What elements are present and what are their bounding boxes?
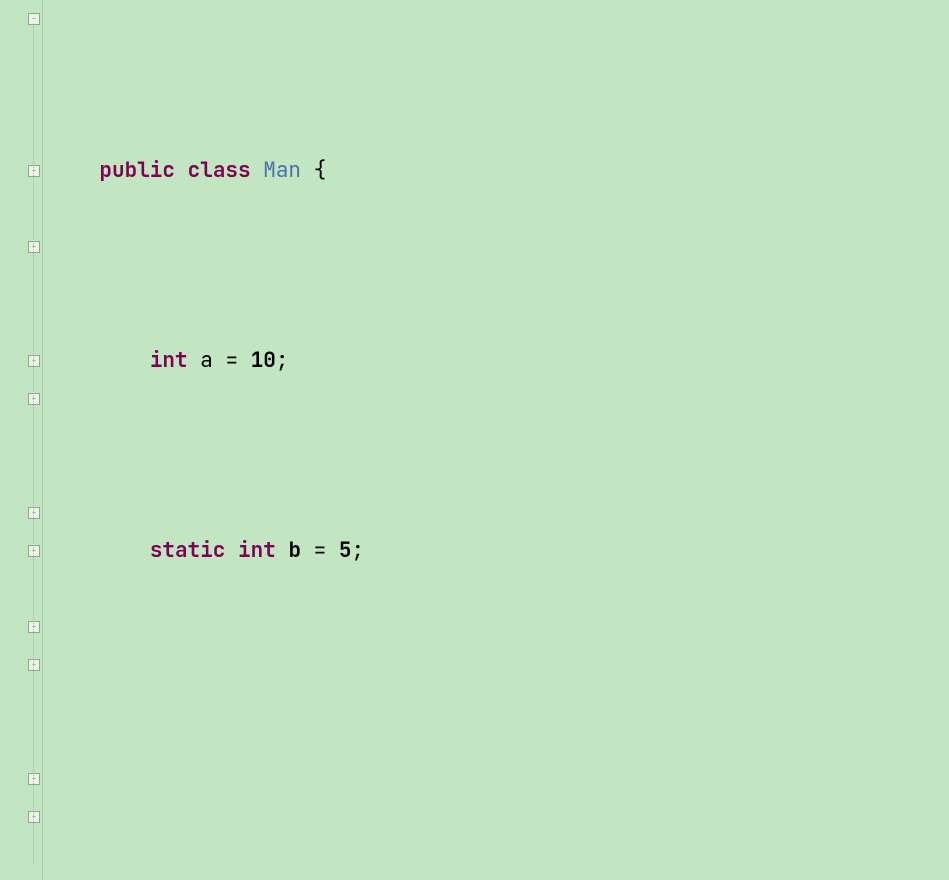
fold-line bbox=[33, 26, 34, 864]
field-b: b bbox=[288, 537, 301, 564]
semi: ; bbox=[352, 537, 365, 564]
code-editor[interactable]: − − − − − − − − − − − public class Man {… bbox=[0, 0, 949, 880]
fold-marker[interactable]: − bbox=[28, 355, 40, 367]
fold-end-marker[interactable]: − bbox=[28, 241, 40, 253]
fold-end-marker[interactable]: − bbox=[28, 811, 40, 823]
op-eq: = bbox=[314, 537, 327, 564]
code-line[interactable] bbox=[43, 722, 949, 760]
keyword-static: static bbox=[150, 537, 226, 564]
fold-end-marker[interactable]: − bbox=[28, 545, 40, 557]
code-area[interactable]: public class Man { int a = 10; static in… bbox=[43, 0, 949, 880]
field-a: a bbox=[200, 347, 213, 374]
keyword-class: class bbox=[188, 157, 251, 184]
code-line[interactable]: public class Man { bbox=[43, 152, 949, 190]
class-name-man: Man bbox=[263, 157, 301, 184]
keyword-public: public bbox=[99, 157, 175, 184]
fold-marker[interactable]: − bbox=[28, 165, 40, 177]
fold-end-marker[interactable]: − bbox=[28, 507, 40, 519]
fold-marker[interactable]: − bbox=[28, 659, 40, 671]
literal-5: 5 bbox=[339, 537, 352, 564]
brace-open: { bbox=[314, 157, 327, 184]
code-line[interactable]: static int b = 5; bbox=[43, 532, 949, 570]
gutter[interactable]: − − − − − − − − − − − bbox=[0, 0, 43, 880]
semi: ; bbox=[276, 347, 289, 374]
fold-marker[interactable]: − bbox=[28, 393, 40, 405]
literal-10: 10 bbox=[251, 347, 276, 374]
fold-marker[interactable]: − bbox=[28, 621, 40, 633]
op-eq: = bbox=[225, 347, 238, 374]
keyword-int: int bbox=[150, 347, 188, 374]
fold-marker[interactable]: − bbox=[28, 13, 40, 25]
keyword-int: int bbox=[238, 537, 276, 564]
fold-end-marker[interactable]: − bbox=[28, 773, 40, 785]
code-line[interactable]: int a = 10; bbox=[43, 342, 949, 380]
